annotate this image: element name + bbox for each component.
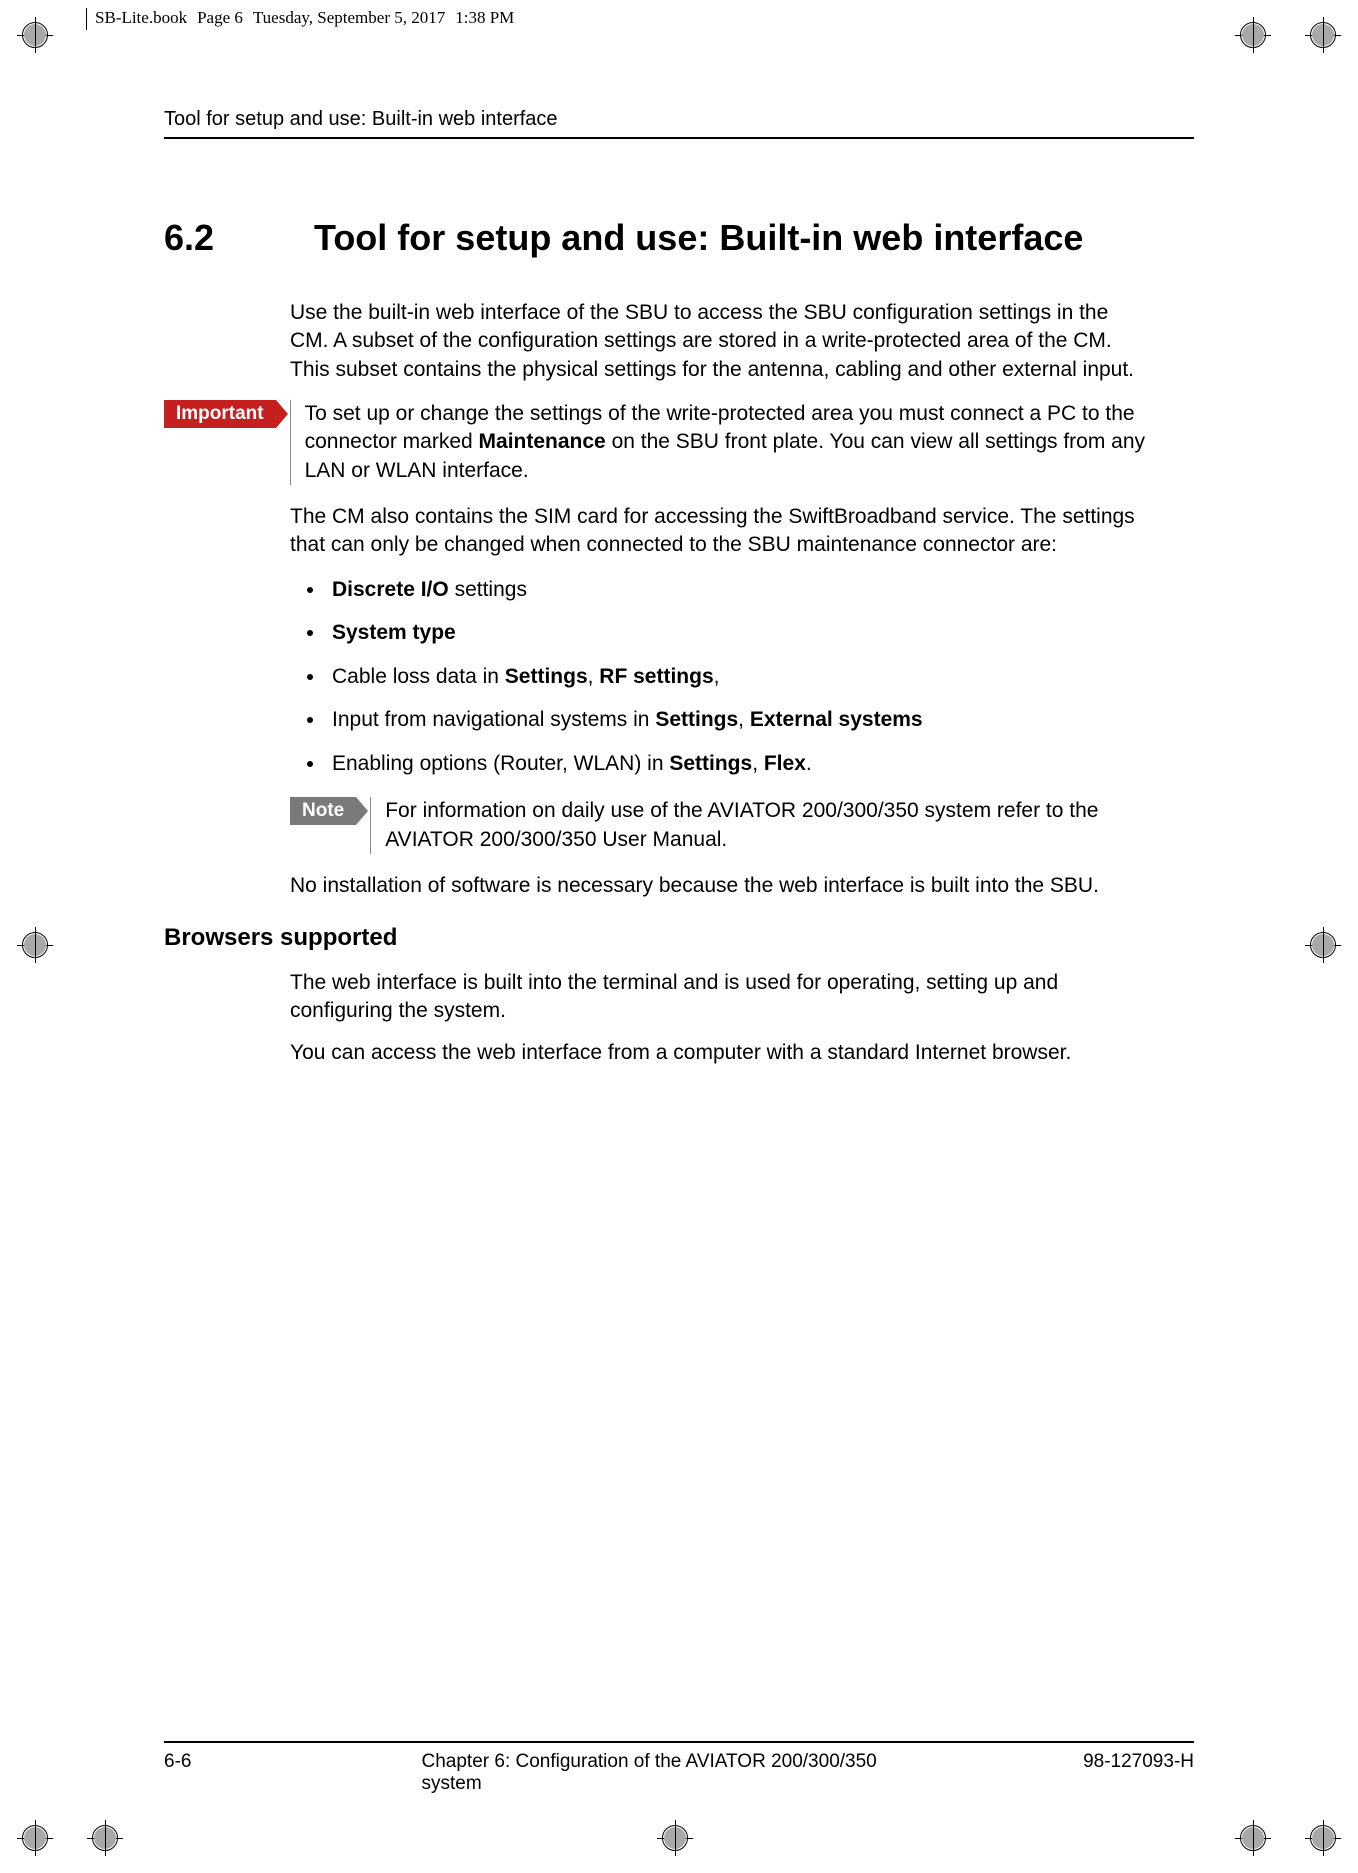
paragraph: No installation of software is necessary… [290,872,1150,900]
separator-icon [86,8,87,30]
list-item: Cable loss data in Settings, RF settings… [326,661,1150,693]
text: Input from navigational systems in [332,708,655,731]
paragraph: The web interface is built into the term… [290,969,1150,1026]
callout-note: Note For information on daily use of the… [290,797,1150,854]
text: , [588,665,600,688]
note-badge: Note [290,797,356,825]
crop-mark-icon [10,1813,60,1863]
bold-text: Discrete I/O [332,578,449,601]
text: Cable loss data in [332,665,505,688]
book-name: SB-Lite.book [95,8,187,28]
crop-mark-icon [80,1813,130,1863]
bold-text: Settings [505,665,588,688]
list-item: Enabling options (Router, WLAN) in Setti… [326,748,1150,780]
paragraph: Use the built-in web interface of the SB… [290,299,1150,384]
text: . [806,752,812,775]
running-header: Tool for setup and use: Built-in web int… [164,108,1194,139]
footer-page-number: 6-6 [164,1751,191,1773]
text: , [714,665,720,688]
bullet-list: Discrete I/O settings System type Cable … [326,574,1150,780]
section-number: 6.2 [164,217,254,259]
crop-mark-icon [1298,920,1348,970]
callout-important: Important To set up or change the settin… [164,400,1150,485]
time-stamp: 1:38 PM [455,8,514,28]
crop-mark-icon [1298,1813,1348,1863]
crop-mark-icon [650,1813,700,1863]
bold-text: Settings [655,708,738,731]
list-item: Discrete I/O settings [326,574,1150,606]
bold-text: Settings [669,752,752,775]
text: , [738,708,750,731]
paragraph: The CM also contains the SIM card for ac… [290,503,1150,560]
text: , [752,752,764,775]
print-metadata: SB-Lite.book Page 6 Tuesday, September 5… [95,8,514,28]
section-title: Tool for setup and use: Built-in web int… [314,217,1083,259]
page-footer: 6-6 Chapter 6: Configuration of the AVIA… [164,1741,1194,1773]
bold-text: External systems [750,708,923,731]
text: settings [449,578,527,601]
bold-text: System type [332,621,456,644]
crop-mark-icon [10,10,60,60]
section-heading: 6.2 Tool for setup and use: Built-in web… [164,217,1194,259]
page-content: Tool for setup and use: Built-in web int… [164,108,1194,1082]
bold-text: Maintenance [479,430,606,453]
bold-text: Flex [764,752,806,775]
crop-mark-icon [1228,1813,1278,1863]
bold-text: RF settings [599,665,713,688]
important-badge: Important [164,400,276,428]
crop-mark-icon [1228,10,1278,60]
crop-mark-icon [1298,10,1348,60]
crop-mark-icon [10,920,60,970]
callout-text: For information on daily use of the AVIA… [370,797,1150,854]
text: Enabling options (Router, WLAN) in [332,752,669,775]
sub-heading: Browsers supported [164,922,1150,954]
date-stamp: Tuesday, September 5, 2017 [253,8,445,28]
page-stamp: Page 6 [197,8,243,28]
footer-doc-number: 98-127093-H [1083,1751,1194,1773]
list-item: System type [326,617,1150,649]
callout-text: To set up or change the settings of the … [290,400,1150,485]
body-column: Use the built-in web interface of the SB… [290,299,1150,1068]
paragraph: You can access the web interface from a … [290,1039,1150,1067]
footer-chapter: Chapter 6: Configuration of the AVIATOR … [422,1751,937,1795]
list-item: Input from navigational systems in Setti… [326,704,1150,736]
